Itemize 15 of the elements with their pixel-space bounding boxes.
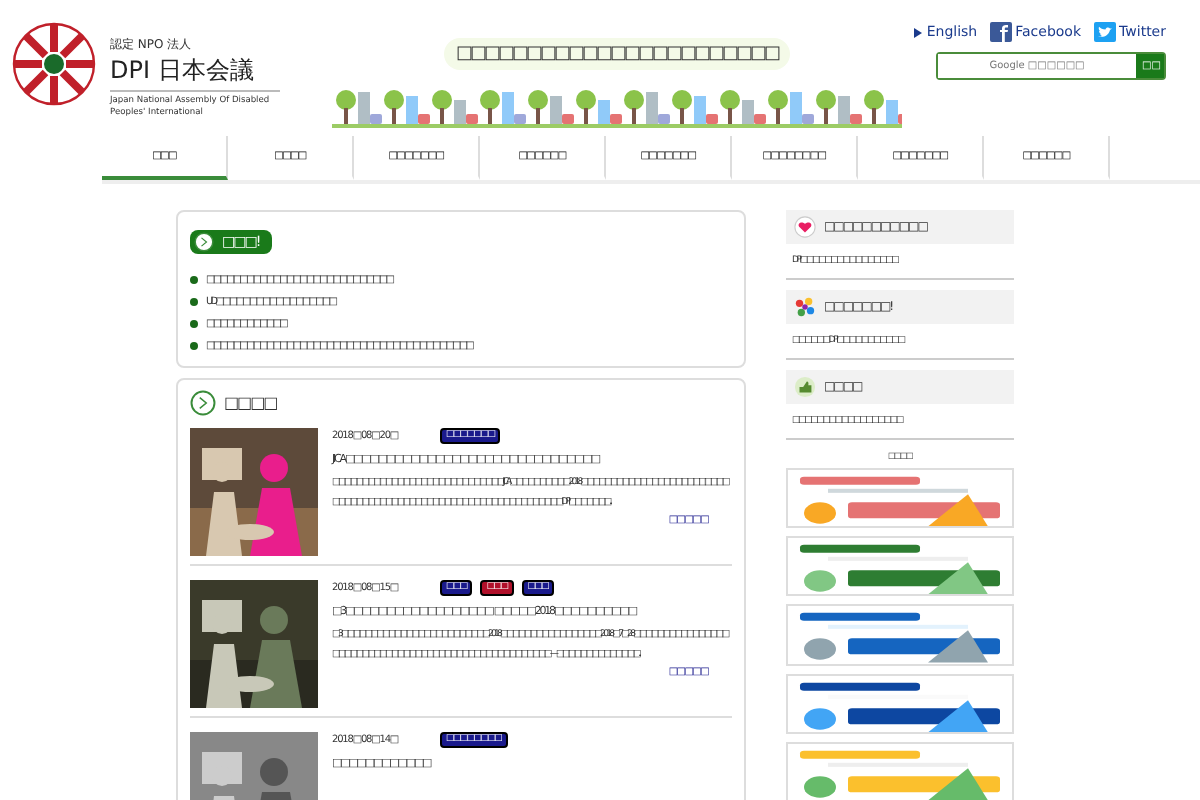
arrow-icon — [914, 27, 923, 37]
bullet-icon — [190, 319, 198, 327]
heart-icon — [794, 216, 816, 238]
organization-name: DPI 日本会議 — [110, 54, 280, 92]
tagline: □□□□□□□□□□□□□□□□□□□□□□□ — [443, 38, 791, 70]
twitter-icon — [1093, 22, 1116, 42]
bullet-icon — [190, 341, 198, 349]
burst-icon — [794, 296, 816, 318]
chevron-icon — [190, 390, 216, 416]
bullet-icon — [190, 297, 198, 305]
bullet-icon — [190, 275, 198, 283]
news-heading: □□□□ — [224, 394, 277, 412]
thumbs-up-icon — [794, 376, 816, 398]
facebook-icon — [989, 22, 1012, 42]
chevron-icon — [194, 232, 214, 252]
